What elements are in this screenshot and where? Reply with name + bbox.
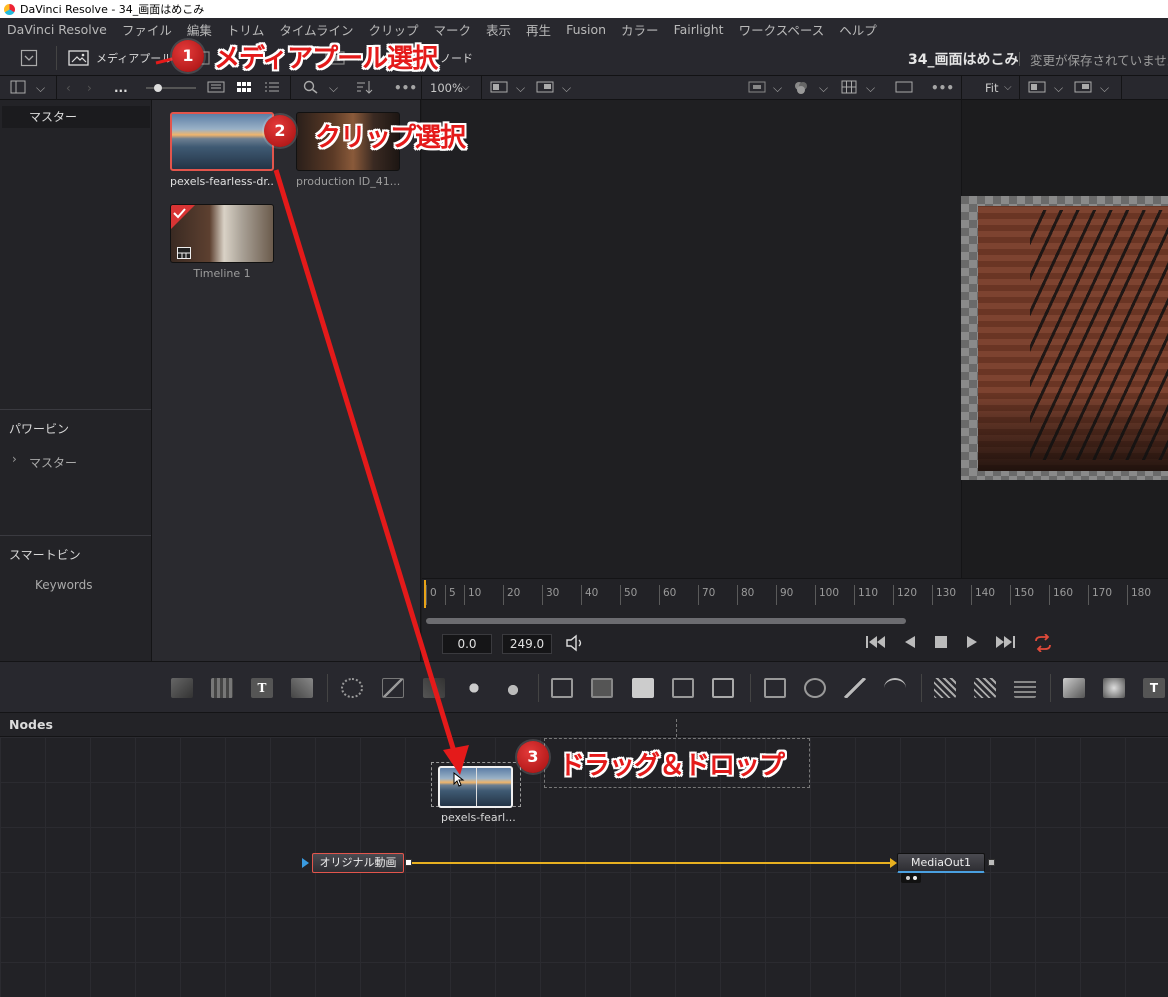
step-badge-3: 3 xyxy=(517,741,549,773)
annotation-text-3: ドラッグ＆ドロップ xyxy=(559,751,785,781)
step-badge-2: 2 xyxy=(264,115,296,147)
annotation-text-2: クリップ選択 xyxy=(315,123,466,153)
annotation-arrow-line xyxy=(273,169,459,759)
annotation-text-1: メディアプール選択 xyxy=(214,44,438,74)
annotation-arrow-layer xyxy=(155,56,469,775)
annotation-arrowhead-icon xyxy=(443,745,469,775)
step-badge-1: 1 xyxy=(172,40,204,72)
